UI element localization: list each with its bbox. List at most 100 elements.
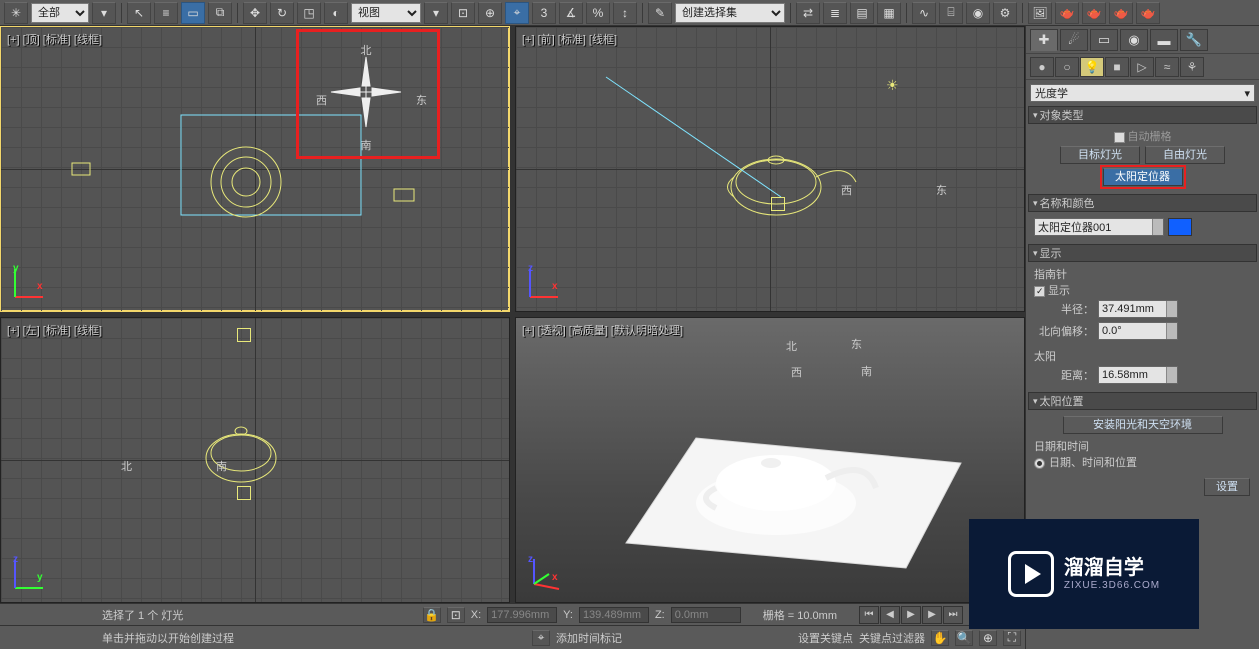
named-set-select[interactable]: 创建选择集 bbox=[675, 3, 785, 23]
snap-3-icon[interactable]: 3 bbox=[532, 2, 556, 24]
sub-cameras-icon[interactable]: ■ bbox=[1105, 57, 1129, 77]
datetime-mode-radio[interactable] bbox=[1034, 458, 1045, 469]
select-name-icon[interactable]: ≡ bbox=[154, 2, 178, 24]
btn-set[interactable]: 设置 bbox=[1204, 478, 1250, 496]
rollout-sun-position[interactable]: 太阳位置 bbox=[1028, 392, 1257, 410]
coord-icon[interactable]: ▾ bbox=[424, 2, 448, 24]
sub-helpers-icon[interactable]: ▷ bbox=[1130, 57, 1154, 77]
show-compass-checkbox[interactable] bbox=[1034, 286, 1045, 297]
key-filter-button[interactable]: 关键点过滤器 bbox=[859, 630, 925, 646]
time-play-icon[interactable]: ▶ bbox=[901, 606, 921, 624]
viewport-left[interactable]: [+] [左] [标准] [线框] 北 南 yz bbox=[0, 317, 510, 603]
render-iter-icon[interactable]: 🫖 bbox=[1082, 2, 1106, 24]
render-setup-icon[interactable]: ⚙ bbox=[993, 2, 1017, 24]
auto-grid-checkbox[interactable] bbox=[1114, 132, 1125, 143]
tab-modify[interactable]: ☄ bbox=[1060, 29, 1088, 51]
add-time-tag[interactable]: 添加时间标记 bbox=[556, 630, 666, 646]
object-name-field[interactable]: 太阳定位器001 bbox=[1034, 218, 1164, 236]
schematic-icon[interactable]: ⌸ bbox=[939, 2, 963, 24]
sub-shapes-icon[interactable]: ○ bbox=[1055, 57, 1079, 77]
angle-snap-icon[interactable]: ∡ bbox=[559, 2, 583, 24]
sub-lights-icon[interactable]: 💡 bbox=[1080, 57, 1104, 77]
sub-spacewarps-icon[interactable]: ≈ bbox=[1155, 57, 1179, 77]
material-editor-icon[interactable]: ◉ bbox=[966, 2, 990, 24]
layer-icon[interactable]: ▤ bbox=[850, 2, 874, 24]
btn-sun-positioner[interactable]: 太阳定位器 bbox=[1103, 168, 1183, 186]
selection-status: 选择了 1 个 灯光 bbox=[102, 607, 183, 623]
select-object-icon[interactable]: ↖ bbox=[127, 2, 151, 24]
app-icon[interactable]: ✳ bbox=[4, 2, 28, 24]
render-prod-icon[interactable]: 🫖 bbox=[1055, 2, 1079, 24]
btn-free-light[interactable]: 自由灯光 bbox=[1145, 146, 1225, 164]
named-sel-icon[interactable]: ✎ bbox=[648, 2, 672, 24]
distance-spinner[interactable]: 16.58mm bbox=[1098, 366, 1178, 384]
axis-gizmo-persp: xz bbox=[524, 554, 564, 594]
rollout-object-type[interactable]: 对象类型 bbox=[1028, 106, 1257, 124]
status-bar: 选择了 1 个 灯光 🔒 ⊡ X:177.996mm Y:139.489mm Z… bbox=[0, 603, 1025, 625]
mirror-icon[interactable]: ⇄ bbox=[796, 2, 820, 24]
sub-systems-icon[interactable]: ⚘ bbox=[1180, 57, 1204, 77]
viewport-perspective[interactable]: [+] [透视] [高质量] [默认明暗处理] 北 南 东 西 xz bbox=[515, 317, 1025, 603]
manip-icon[interactable]: ⊕ bbox=[478, 2, 502, 24]
render-active-icon[interactable]: 🫖 bbox=[1109, 2, 1133, 24]
align-icon[interactable]: ≣ bbox=[823, 2, 847, 24]
datetime-section-label: 日期和时间 bbox=[1034, 438, 1251, 454]
nav-pan-icon[interactable]: ✋ bbox=[931, 630, 949, 646]
window-crossing-icon[interactable]: ⧉ bbox=[208, 2, 232, 24]
coord-y[interactable]: 139.489mm bbox=[579, 607, 649, 623]
radius-spinner[interactable]: 37.491mm bbox=[1098, 300, 1178, 318]
select-region-icon[interactable]: ▭ bbox=[181, 2, 205, 24]
arrow-icon[interactable]: ▾ bbox=[92, 2, 116, 24]
create-subtabs: ● ○ 💡 ■ ▷ ≈ ⚘ bbox=[1026, 54, 1259, 80]
sub-geometry-icon[interactable]: ● bbox=[1030, 57, 1054, 77]
move-icon[interactable]: ✥ bbox=[243, 2, 267, 24]
pivot-icon[interactable]: ⊡ bbox=[451, 2, 475, 24]
spinner-snap-icon[interactable]: ↕ bbox=[613, 2, 637, 24]
time-controls: ⏮ ◀ ▶ ▶ ⏭ bbox=[859, 606, 963, 624]
viewport-nav-icon[interactable]: ✥ bbox=[995, 604, 1021, 626]
coord-x[interactable]: 177.996mm bbox=[487, 607, 557, 623]
north-offset-spinner[interactable]: 0.0° bbox=[1098, 322, 1178, 340]
time-prev-icon[interactable]: ◀ bbox=[880, 606, 900, 624]
scene-explorer-icon[interactable]: ▦ bbox=[877, 2, 901, 24]
snap-toggle-icon[interactable]: ⌖ bbox=[505, 2, 529, 24]
curve-editor-icon[interactable]: ∿ bbox=[912, 2, 936, 24]
nav-orbit-icon[interactable]: ⊕ bbox=[979, 630, 997, 646]
tab-hierarchy[interactable]: ▭ bbox=[1090, 29, 1118, 51]
scope-select[interactable]: 全部 bbox=[31, 3, 89, 23]
isolate-icon[interactable]: ⊡ bbox=[447, 607, 465, 623]
axis-gizmo-top: xy bbox=[9, 263, 49, 303]
rollout-name-color[interactable]: 名称和颜色 bbox=[1028, 194, 1257, 212]
time-end-icon[interactable]: ⏭ bbox=[943, 606, 963, 624]
nav-zoom-icon[interactable]: 🔍 bbox=[955, 630, 973, 646]
object-color-swatch[interactable] bbox=[1168, 218, 1192, 236]
compass-marker-front bbox=[771, 197, 785, 211]
light-category-select[interactable]: 光度学▾ bbox=[1030, 84, 1255, 102]
nav-max-icon[interactable]: ⛶ bbox=[1003, 630, 1021, 646]
set-key-button[interactable]: 设置关键点 bbox=[798, 630, 853, 646]
viewport-front[interactable]: [+] [前] [标准] [线框] ☀ 西 东 xz bbox=[515, 26, 1025, 312]
rotate-icon[interactable]: ↻ bbox=[270, 2, 294, 24]
tab-display[interactable]: ▬ bbox=[1150, 29, 1178, 51]
tab-motion[interactable]: ◉ bbox=[1120, 29, 1148, 51]
command-panel-tabs: ✚ ☄ ▭ ◉ ▬ 🔧 bbox=[1026, 26, 1259, 54]
viewport-top[interactable]: [+] [顶] [标准] [线框] 北 南 东 西 xy bbox=[0, 26, 510, 312]
percent-snap-icon[interactable]: % bbox=[586, 2, 610, 24]
time-next-icon[interactable]: ▶ bbox=[922, 606, 942, 624]
time-tag-icon[interactable]: ⌖ bbox=[532, 630, 550, 646]
tab-utilities[interactable]: 🔧 bbox=[1180, 29, 1208, 51]
tab-create[interactable]: ✚ bbox=[1030, 29, 1058, 51]
placement-icon[interactable]: ◐ bbox=[324, 2, 348, 24]
top-toolbar: ✳ 全部 ▾ ↖ ≡ ▭ ⧉ ✥ ↻ ◳ ◐ 视图 ▾ ⊡ ⊕ ⌖ 3 ∡ % … bbox=[0, 0, 1259, 26]
render-frame-icon[interactable]: 🖼 bbox=[1028, 2, 1052, 24]
btn-target-light[interactable]: 目标灯光 bbox=[1060, 146, 1140, 164]
coord-z[interactable]: 0.0mm bbox=[671, 607, 741, 623]
rollout-display[interactable]: 显示 bbox=[1028, 244, 1257, 262]
scale-icon[interactable]: ◳ bbox=[297, 2, 321, 24]
btn-install-env[interactable]: 安装阳光和天空环境 bbox=[1063, 416, 1223, 434]
render-cloud-icon[interactable]: 🫖 bbox=[1136, 2, 1160, 24]
selection-lock-icon[interactable]: 🔒 bbox=[423, 607, 441, 623]
prompt-text: 单击并拖动以开始创建过程 bbox=[102, 630, 234, 646]
time-start-icon[interactable]: ⏮ bbox=[859, 606, 879, 624]
view-select[interactable]: 视图 bbox=[351, 3, 421, 23]
